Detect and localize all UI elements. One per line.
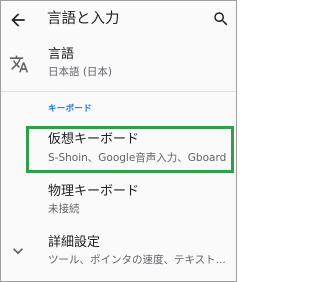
language-value: 日本語 (日本) <box>48 66 113 78</box>
physical-keyboard-row[interactable]: 物理キーボード 未接続 <box>1 181 236 225</box>
divider <box>1 91 236 92</box>
page-title: 言語と入力 <box>47 11 120 27</box>
physical-keyboard-value: 未接続 <box>48 203 80 215</box>
toolbar: 言語と入力 <box>1 1 236 41</box>
advanced-value: ツール、ポインタの速度、テキスト... <box>48 254 226 266</box>
arrow-back-icon[interactable] <box>8 10 28 30</box>
language-label: 言語 <box>48 47 75 62</box>
keyboard-section-header: キーボード <box>48 104 93 114</box>
highlight-box <box>26 126 234 173</box>
advanced-row[interactable]: 詳細設定 ツール、ポインタの速度、テキスト... <box>1 230 236 275</box>
translate-icon <box>9 55 29 73</box>
advanced-label: 詳細設定 <box>48 235 101 250</box>
physical-keyboard-label: 物理キーボード <box>48 184 140 199</box>
settings-screen: 言語と入力 言語 日本語 (日本) キーボード 仮想キーボード S-Shoin、… <box>0 0 237 282</box>
chevron-down-icon <box>13 248 23 255</box>
language-row[interactable]: 言語 日本語 (日本) <box>1 43 236 91</box>
search-icon[interactable] <box>212 10 230 28</box>
